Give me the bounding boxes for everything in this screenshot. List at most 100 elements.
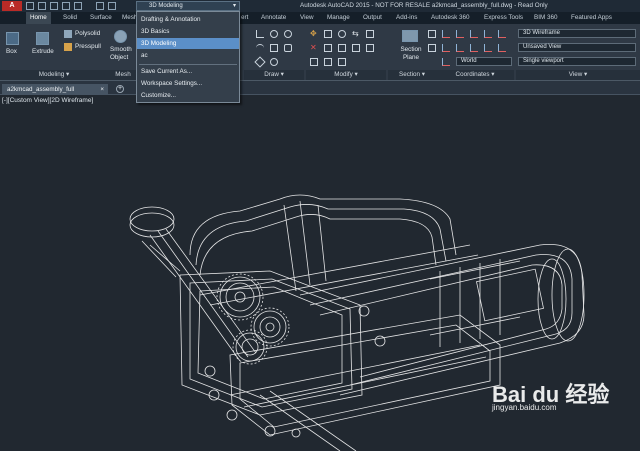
mirror-icon[interactable]: ⇆ bbox=[352, 30, 360, 38]
ucs-icon[interactable] bbox=[442, 30, 450, 38]
visual-style-select[interactable]: 3D Wireframe bbox=[518, 29, 636, 38]
box-button-label[interactable]: Box bbox=[6, 48, 17, 55]
tab-add-ins[interactable]: Add-ins bbox=[396, 12, 417, 24]
handle-knob bbox=[129, 206, 175, 232]
menu-item-save-current-as[interactable]: Save Current As... bbox=[137, 66, 239, 77]
workspace-dropdown[interactable]: 3D Modeling ▾ bbox=[136, 1, 240, 11]
stretch-icon[interactable] bbox=[338, 44, 346, 52]
scale-icon[interactable] bbox=[324, 44, 332, 52]
ucs-origin-icon[interactable] bbox=[470, 30, 478, 38]
save-as-icon[interactable] bbox=[62, 2, 70, 10]
drawing-viewport[interactable]: [-][Custom View][2D Wireframe] Bai du 经验… bbox=[0, 95, 640, 451]
workspace-selected-label: 3D Modeling bbox=[149, 3, 183, 9]
mesh-panel-label[interactable]: Mesh bbox=[108, 70, 138, 80]
print-icon[interactable] bbox=[74, 2, 82, 10]
rectangle-icon[interactable] bbox=[270, 44, 278, 52]
ucs-view-icon[interactable] bbox=[484, 30, 492, 38]
polysolid-button[interactable]: Polysolid bbox=[75, 30, 100, 37]
erase-icon[interactable]: ✕ bbox=[310, 44, 318, 52]
pentagon-icon[interactable] bbox=[254, 56, 266, 68]
line-icon[interactable] bbox=[256, 30, 264, 38]
trim-icon[interactable] bbox=[352, 44, 360, 52]
offset-icon[interactable] bbox=[310, 58, 318, 66]
move-icon[interactable]: ✥ bbox=[310, 30, 318, 38]
ucs-named-icon[interactable] bbox=[442, 58, 450, 66]
tab-output[interactable]: Output bbox=[363, 12, 382, 24]
view-panel-label[interactable]: View ▾ bbox=[516, 70, 640, 80]
rotate-icon[interactable] bbox=[338, 30, 346, 38]
presspull-button[interactable]: Presspull bbox=[75, 43, 101, 50]
menu-item-3d-modeling[interactable]: 3D Modeling bbox=[137, 38, 239, 49]
modify-panel-text: Modify bbox=[334, 71, 353, 78]
tab-express-tools[interactable]: Express Tools bbox=[484, 12, 523, 24]
arc-icon[interactable] bbox=[256, 44, 264, 52]
ucs-world-icon[interactable] bbox=[456, 30, 464, 38]
tab-bim-360[interactable]: BIM 360 bbox=[534, 12, 557, 24]
ucs-y-icon[interactable] bbox=[456, 44, 464, 52]
menu-separator bbox=[139, 64, 237, 65]
save-icon[interactable] bbox=[50, 2, 58, 10]
gear-middle bbox=[250, 307, 290, 347]
saved-view-select[interactable]: Unsaved View bbox=[518, 43, 636, 52]
polygon-icon[interactable] bbox=[284, 44, 292, 52]
viewport-config-select[interactable]: Single viewport bbox=[518, 57, 636, 66]
section-settings-icon[interactable] bbox=[428, 44, 436, 52]
explode-icon[interactable] bbox=[324, 58, 332, 66]
join-icon[interactable] bbox=[338, 58, 346, 66]
copy-icon[interactable] bbox=[324, 30, 332, 38]
new-tab-button[interactable]: + bbox=[116, 85, 124, 93]
box-icon[interactable] bbox=[6, 32, 19, 45]
undo-icon[interactable] bbox=[96, 2, 104, 10]
menu-item-customize[interactable]: Customize... bbox=[137, 90, 239, 101]
section-plane-button[interactable]: Section Plane bbox=[396, 46, 426, 62]
ucs-select[interactable]: World bbox=[456, 57, 512, 66]
close-icon[interactable]: × bbox=[100, 84, 104, 95]
extrude-button-label[interactable]: Extrude bbox=[32, 48, 54, 55]
ucs-object-icon[interactable] bbox=[498, 30, 506, 38]
redo-icon[interactable] bbox=[108, 2, 116, 10]
array-icon[interactable] bbox=[366, 30, 374, 38]
smooth-object-button[interactable]: Smooth Object bbox=[110, 46, 136, 62]
smooth-object-icon[interactable] bbox=[114, 30, 127, 43]
file-tab[interactable]: a2kmcad_assembly_full × bbox=[2, 84, 108, 95]
tab-insert[interactable]: ert bbox=[241, 12, 248, 24]
menu-item-3d-basics[interactable]: 3D Basics bbox=[137, 26, 239, 37]
frame-top bbox=[189, 194, 457, 256]
tab-featured-apps[interactable]: Featured Apps bbox=[571, 12, 612, 24]
ucs-3point-icon[interactable] bbox=[484, 44, 492, 52]
section-panel-label[interactable]: Section ▾ bbox=[388, 70, 436, 80]
presspull-icon[interactable] bbox=[64, 43, 72, 51]
modeling-panel-label[interactable]: Modeling ▾ bbox=[0, 70, 108, 80]
ucs-face-icon[interactable] bbox=[498, 44, 506, 52]
tab-solid[interactable]: Solid bbox=[63, 12, 77, 24]
section-panel-text: Section bbox=[399, 71, 421, 78]
fillet-icon[interactable] bbox=[366, 44, 374, 52]
draw-panel-label[interactable]: Draw ▾ bbox=[244, 70, 304, 80]
menu-item-drafting-annotation[interactable]: Drafting & Annotation bbox=[137, 14, 239, 25]
coordinates-panel-label[interactable]: Coordinates ▾ bbox=[436, 70, 514, 80]
extrude-icon[interactable] bbox=[36, 32, 49, 45]
tab-home[interactable]: Home bbox=[26, 12, 51, 24]
circle-dropdown-icon[interactable] bbox=[284, 30, 292, 38]
section-plane-icon[interactable] bbox=[402, 30, 418, 42]
file-tab-bar: a2kmcad_assembly_full × + bbox=[0, 81, 640, 95]
ucs-x-icon[interactable] bbox=[442, 44, 450, 52]
open-file-icon[interactable] bbox=[38, 2, 46, 10]
tab-view[interactable]: View bbox=[300, 12, 314, 24]
polysolid-icon[interactable] bbox=[64, 30, 72, 38]
ellipse-icon[interactable] bbox=[270, 58, 278, 66]
application-menu-button[interactable]: A bbox=[2, 1, 22, 11]
circle-icon[interactable] bbox=[270, 30, 278, 38]
tab-autodesk-360[interactable]: Autodesk 360 bbox=[431, 12, 470, 24]
window-title: Autodesk AutoCAD 2015 - NOT FOR RESALE a… bbox=[300, 2, 548, 9]
ucs-z-icon[interactable] bbox=[470, 44, 478, 52]
base-plate bbox=[229, 314, 501, 436]
modify-panel-label[interactable]: Modify ▾ bbox=[306, 70, 386, 80]
tab-annotate[interactable]: Annotate bbox=[261, 12, 286, 24]
tab-manage[interactable]: Manage bbox=[327, 12, 350, 24]
menu-item-ac[interactable]: ac bbox=[137, 50, 239, 61]
section-tool-icon[interactable] bbox=[428, 30, 436, 38]
new-file-icon[interactable] bbox=[26, 2, 34, 10]
tab-surface[interactable]: Surface bbox=[90, 12, 112, 24]
menu-item-workspace-settings[interactable]: Workspace Settings... bbox=[137, 78, 239, 89]
